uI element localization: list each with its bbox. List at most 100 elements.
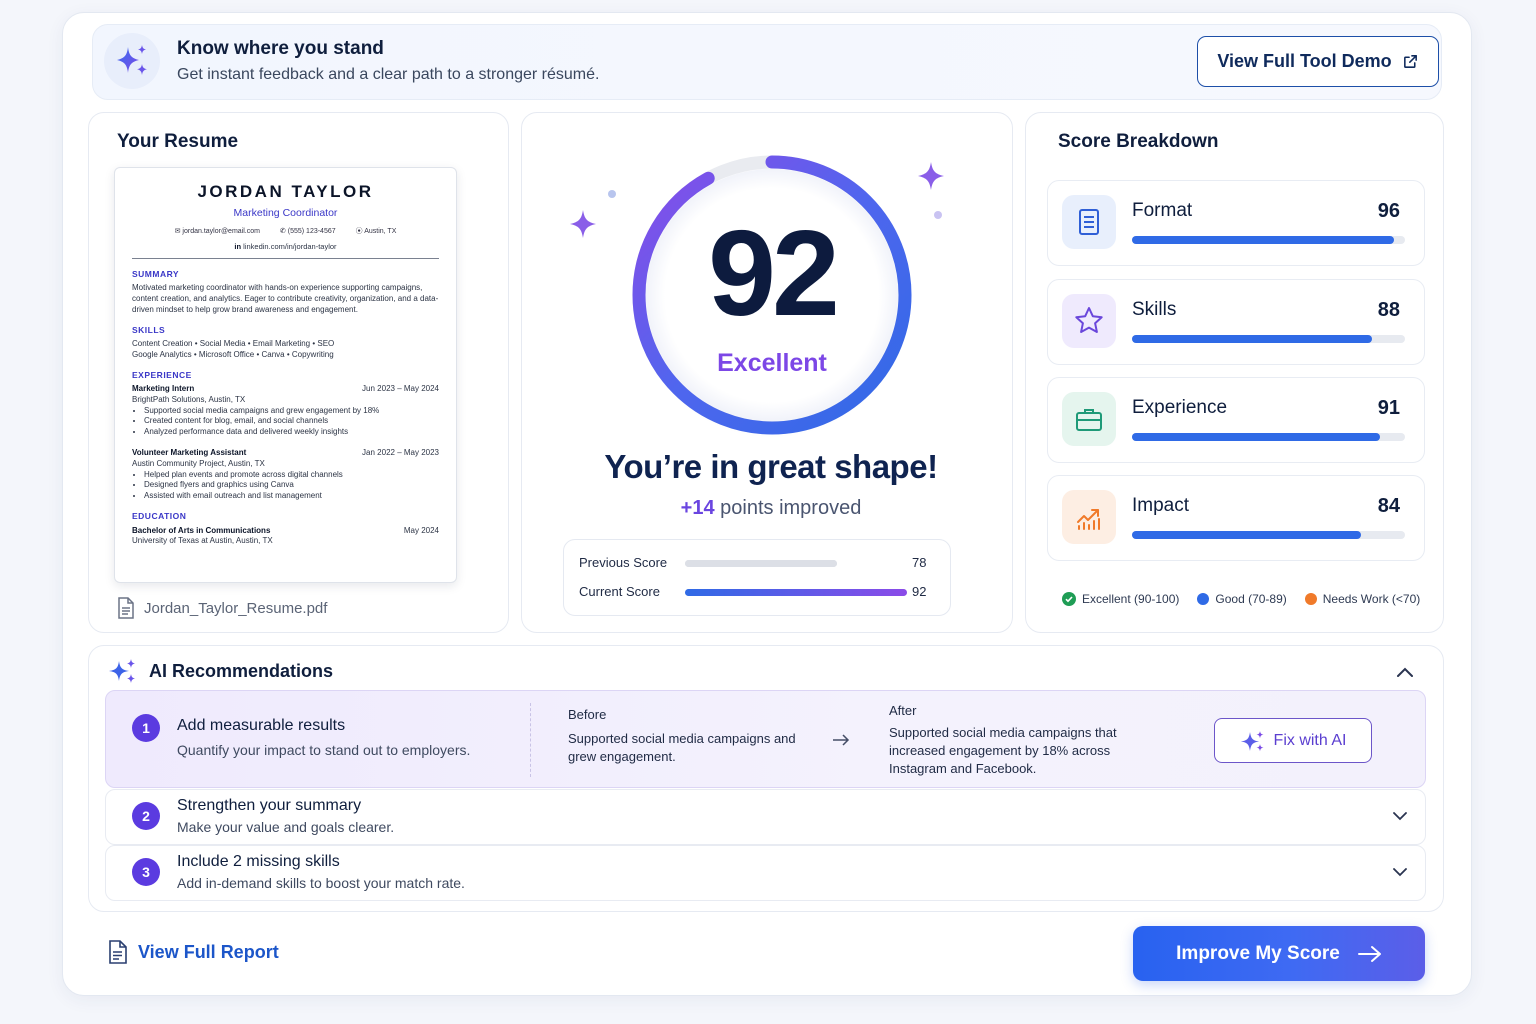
score-delta: +14 bbox=[680, 497, 715, 519]
score-comparison: Previous Score 78 Current Score 92 bbox=[563, 539, 951, 616]
star-icon bbox=[1062, 294, 1116, 348]
breakdown-item-fill bbox=[1132, 236, 1395, 244]
breakdown-item-name: Skills bbox=[1132, 299, 1177, 320]
resume-email: ✉ jordan.taylor@email.com bbox=[174, 228, 260, 236]
resume-location: ⦿ Austin, TX bbox=[355, 228, 397, 236]
resume-school: University of Texas at Austin, Austin, T… bbox=[132, 536, 273, 546]
resume-phone: ✆ (555) 123-4567 bbox=[279, 228, 336, 236]
resume-linkedin: in linkedin.com/in/jordan-taylor bbox=[234, 241, 337, 251]
score-value: 92 bbox=[708, 205, 840, 341]
breakdown-item-experience[interactable]: Experience 91 bbox=[1047, 377, 1425, 463]
fix-with-ai-label: Fix with AI bbox=[1273, 731, 1347, 749]
sparkle-icon bbox=[570, 210, 596, 238]
breakdown-item-fill bbox=[1132, 433, 1381, 441]
breakdown-item-impact[interactable]: Impact 84 bbox=[1047, 475, 1425, 561]
resume-divider bbox=[132, 257, 439, 259]
resume-job-title: Marketing Intern bbox=[132, 384, 195, 394]
breakdown-item-bar bbox=[1132, 433, 1405, 441]
chevron-up-icon[interactable] bbox=[1396, 666, 1414, 678]
resume-file[interactable]: Jordan_Taylor_Resume.pdf bbox=[117, 597, 327, 619]
legend-dot bbox=[1197, 593, 1210, 605]
view-full-report-link[interactable]: View Full Report bbox=[108, 940, 279, 964]
resume-bullet: Analyzed performance data and delivered … bbox=[144, 427, 439, 438]
breakdown-item-name: Impact bbox=[1132, 495, 1190, 516]
check-circle-icon bbox=[1062, 592, 1076, 606]
divider bbox=[530, 703, 531, 777]
chevron-down-icon[interactable] bbox=[1392, 867, 1408, 878]
resume-job-company: BrightPath Solutions, Austin, TX bbox=[132, 394, 246, 404]
resume-job-dates: Jan 2022 – May 2023 bbox=[362, 448, 439, 458]
resume-bullet: Supported social media campaigns and gre… bbox=[144, 406, 439, 417]
growth-chart-icon bbox=[1062, 490, 1116, 544]
legend-item-excellent: Excellent (90-100) bbox=[1062, 592, 1179, 606]
resume-job-dates: Jun 2023 – May 2024 bbox=[362, 384, 439, 394]
breakdown-item-score: 88 bbox=[1377, 299, 1400, 321]
score-legend: Excellent (90-100) Good (70-89) Needs Wo… bbox=[1062, 592, 1420, 606]
resume-job-title: Volunteer Marketing Assistant bbox=[132, 448, 247, 458]
view-full-report-label: View Full Report bbox=[138, 941, 279, 962]
previous-score-fill bbox=[685, 560, 837, 567]
current-score-fill bbox=[685, 589, 907, 596]
breakdown-item-skills[interactable]: Skills 88 bbox=[1047, 279, 1425, 365]
resume-summary-heading: SUMMARY bbox=[132, 268, 180, 279]
recommendation-item-3[interactable]: 3 Include 2 missing skills Add in-demand… bbox=[105, 845, 1426, 901]
current-score-bar bbox=[685, 589, 907, 596]
recommendation-number: 2 bbox=[132, 802, 160, 830]
resume-degree: Bachelor of Arts in Communications bbox=[132, 525, 271, 535]
view-demo-button[interactable]: View Full Tool Demo bbox=[1197, 36, 1439, 87]
recommendation-subtitle: Add in-demand skills to boost your match… bbox=[177, 875, 465, 891]
breakdown-item-score: 96 bbox=[1377, 200, 1400, 222]
current-score-value: 92 bbox=[912, 584, 927, 599]
resume-skills-line: Content Creation • Social Media • Email … bbox=[132, 339, 335, 348]
breakdown-item-bar bbox=[1132, 236, 1405, 244]
resume-skills-line: Google Analytics • Microsoft Office • Ca… bbox=[132, 349, 334, 359]
fix-with-ai-button[interactable]: Fix with AI bbox=[1214, 718, 1372, 763]
score-rating: Excellent bbox=[717, 349, 827, 377]
sparkle-icon bbox=[918, 162, 944, 190]
breakdown-item-fill bbox=[1132, 531, 1362, 539]
current-score-label: Current Score bbox=[579, 584, 660, 599]
breakdown-item-format[interactable]: Format 96 bbox=[1047, 180, 1425, 266]
sparkles-icon bbox=[104, 33, 160, 89]
resume-summary: Motivated marketing coordinator with han… bbox=[132, 283, 439, 314]
banner-title: Know where you stand bbox=[177, 38, 384, 59]
improve-score-label: Improve My Score bbox=[1176, 942, 1340, 964]
resume-experience-heading: EXPERIENCE bbox=[132, 369, 192, 380]
linkedin-icon: in bbox=[234, 241, 244, 251]
previous-score-label: Previous Score bbox=[579, 555, 668, 570]
resume-preview[interactable]: JORDAN TAYLOR Marketing Coordinator ✉ jo… bbox=[114, 167, 457, 583]
resume-role: Marketing Coordinator bbox=[233, 206, 338, 219]
score-improvement: +14 points improved bbox=[520, 497, 1022, 520]
breakdown-item-name: Experience bbox=[1132, 397, 1228, 418]
arrow-right-icon bbox=[1357, 945, 1381, 962]
view-demo-label: View Full Tool Demo bbox=[1217, 51, 1392, 71]
banner-subtitle: Get instant feedback and a clear path to… bbox=[177, 66, 600, 83]
after-text: Supported social media campaigns that in… bbox=[889, 725, 1117, 777]
resume-degree-date: May 2024 bbox=[403, 525, 439, 535]
report-file-icon bbox=[109, 940, 127, 964]
resume-bullet: Assisted with email outreach and list ma… bbox=[144, 491, 439, 502]
before-label: Before bbox=[568, 707, 607, 722]
recommendation-title: Strengthen your summary bbox=[177, 797, 362, 814]
sparkles-icon bbox=[109, 659, 135, 683]
legend-item-needs-work: Needs Work (<70) bbox=[1304, 592, 1420, 606]
breakdown-item-bar bbox=[1132, 335, 1405, 343]
previous-score-bar bbox=[685, 560, 837, 567]
recommendation-item-2[interactable]: 2 Strengthen your summary Make your valu… bbox=[105, 789, 1426, 845]
decor-dot bbox=[608, 190, 616, 198]
breakdown-title: Score Breakdown bbox=[1058, 131, 1219, 152]
recommendations-title: AI Recommendations bbox=[149, 661, 334, 681]
phone-icon: ✆ bbox=[279, 228, 288, 236]
breakdown-item-fill bbox=[1132, 335, 1373, 343]
breakdown-item-score: 91 bbox=[1377, 397, 1400, 419]
improve-score-button[interactable]: Improve My Score bbox=[1133, 926, 1425, 981]
chevron-down-icon[interactable] bbox=[1392, 811, 1408, 822]
external-link-icon bbox=[1403, 55, 1417, 68]
location-pin-icon: ⦿ bbox=[355, 228, 365, 236]
recommendation-title: Include 2 missing skills bbox=[177, 853, 340, 870]
breakdown-item-name: Format bbox=[1132, 200, 1193, 221]
briefcase-icon bbox=[1062, 392, 1116, 446]
resume-job-company: Austin Community Project, Austin, TX bbox=[132, 458, 265, 468]
breakdown-item-bar bbox=[1132, 531, 1405, 539]
document-icon bbox=[1062, 195, 1116, 249]
